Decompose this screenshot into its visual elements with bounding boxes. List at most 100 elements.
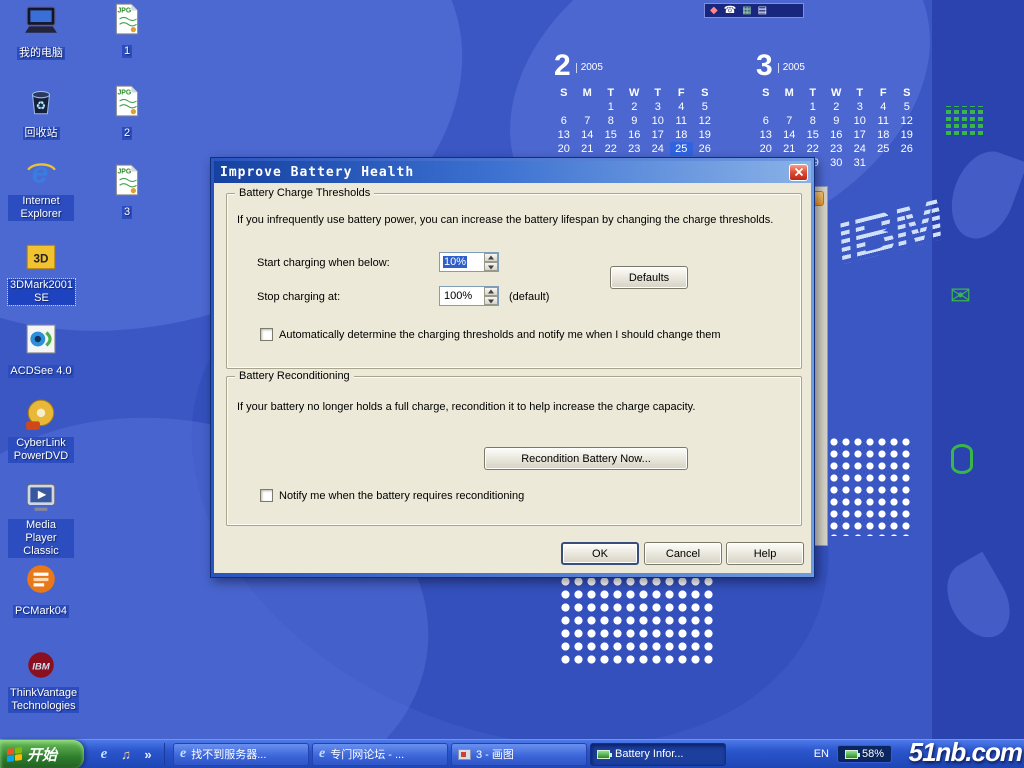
- calendar-day: 24: [848, 142, 872, 156]
- jpg-icon: JPG: [110, 2, 144, 36]
- calendar-day: 26: [895, 142, 919, 156]
- grid-icon[interactable]: ▦: [742, 4, 751, 17]
- quick-launch-ie-icon[interactable]: [96, 745, 112, 763]
- calendar-day: 22: [801, 142, 825, 156]
- calendar-day: 26: [693, 142, 717, 156]
- taskbar-task-button[interactable]: 专门网论坛 - ...: [312, 743, 448, 766]
- reconditioning-description: If your battery no longer holds a full c…: [237, 401, 797, 413]
- task-button-label: 专门网论坛 - ...: [330, 746, 404, 762]
- task-button-label: 找不到服务器...: [191, 746, 266, 762]
- calendar-day-header: T: [801, 86, 825, 100]
- calendar-day: 2: [825, 100, 849, 114]
- desktop-icon-thinkvantage[interactable]: IBMThinkVantage Technologies: [8, 648, 74, 714]
- calendar-day: 5: [693, 100, 717, 114]
- desktop-icon-ie[interactable]: eInternet Explorer: [8, 156, 74, 222]
- calendar-day: 20: [552, 142, 576, 156]
- taskbar-task-button[interactable]: 3 - 画图: [451, 743, 587, 766]
- calendar-day-header: W: [623, 86, 647, 100]
- calendar-day: 9: [623, 114, 647, 128]
- start-threshold-input[interactable]: 10%: [439, 252, 499, 272]
- desktop-icon-jpg[interactable]: JPG2: [94, 84, 160, 141]
- desktop-icon-label: Media Player Classic: [8, 519, 74, 558]
- calendar-day: 6: [754, 114, 778, 128]
- auto-determine-checkbox[interactable]: [260, 328, 273, 341]
- calendar-month-number: 2: [554, 52, 571, 80]
- desktop-mini-toolbar[interactable]: ◆ ☎ ▦ ▤: [704, 3, 804, 18]
- recondition-battery-button[interactable]: Recondition Battery Now...: [484, 447, 688, 470]
- calendar-day: 1: [801, 100, 825, 114]
- battery-percent: 58%: [862, 748, 884, 760]
- spinner-down-button[interactable]: [484, 262, 498, 271]
- desktop-icon-recycle-bin[interactable]: ♻回收站: [8, 84, 74, 141]
- calendar-day: 3: [848, 100, 872, 114]
- jpg-icon: JPG: [110, 163, 144, 197]
- ie-icon: [180, 746, 186, 762]
- help-button[interactable]: Help: [726, 542, 804, 565]
- calendar-day: 11: [872, 114, 896, 128]
- defaults-button[interactable]: Defaults: [610, 266, 688, 289]
- calendar-day-header: S: [693, 86, 717, 100]
- paint-icon: [458, 749, 471, 760]
- ie-icon: e: [24, 156, 58, 190]
- stop-charging-label: Stop charging at:: [257, 291, 340, 303]
- desktop-icon-powerdvd[interactable]: CyberLink PowerDVD: [8, 398, 74, 464]
- calendar-day: 17: [848, 128, 872, 142]
- language-indicator[interactable]: EN: [814, 748, 829, 760]
- desktop-icon-label: 我的电脑: [17, 47, 65, 60]
- calendar-day-header: S: [895, 86, 919, 100]
- desktop-icon-label: PCMark04: [13, 605, 69, 618]
- desktop-icon-jpg[interactable]: JPG3: [94, 163, 160, 220]
- cylinder-icon: [951, 444, 973, 474]
- notify-reconditioning-checkbox[interactable]: [260, 489, 273, 502]
- calendar-day-header: M: [778, 86, 802, 100]
- thinkvantage-icon: IBM: [24, 648, 58, 682]
- quick-launch-bar: [88, 743, 165, 765]
- calendar-day: 10: [848, 114, 872, 128]
- calendar-day: 24: [646, 142, 670, 156]
- calendar-day: [778, 100, 802, 114]
- thresholds-description: If you infrequently use battery power, y…: [237, 214, 797, 226]
- start-label: 开始: [27, 744, 57, 765]
- taskbar-task-button[interactable]: Battery Infor...: [590, 743, 726, 766]
- battery-indicator[interactable]: 58%: [837, 745, 892, 763]
- calendar-day: 25: [872, 142, 896, 156]
- stop-threshold-input[interactable]: 100%: [439, 286, 499, 306]
- spinner-up-button[interactable]: [484, 253, 498, 262]
- desktop-icon-jpg[interactable]: JPG1: [94, 2, 160, 59]
- desktop-icon-pcmark[interactable]: PCMark04: [8, 562, 74, 619]
- svg-text:JPG: JPG: [117, 169, 131, 176]
- taskbar-task-button[interactable]: 找不到服务器...: [173, 743, 309, 766]
- quick-launch-media-icon[interactable]: [118, 745, 134, 763]
- desktop-icon-my-computer[interactable]: 我的电脑: [8, 4, 74, 61]
- quick-launch-chevron-icon[interactable]: [140, 745, 156, 763]
- list-icon[interactable]: ▤: [758, 4, 767, 17]
- start-button[interactable]: 开始: [0, 740, 84, 768]
- desktop-icon-label: 3DMark2001 SE: [8, 279, 75, 305]
- desktop-icon-3dmark[interactable]: 3D3DMark2001 SE: [8, 240, 74, 306]
- default-note: (default): [509, 291, 549, 303]
- dialog-title: Improve Battery Health: [220, 165, 414, 180]
- spinner-down-button[interactable]: [484, 296, 498, 305]
- start-threshold-value: 10%: [443, 256, 467, 268]
- calendar-day: 3: [646, 100, 670, 114]
- spinner-up-button[interactable]: [484, 287, 498, 296]
- desktop-icon-mpc[interactable]: Media Player Classic: [8, 480, 74, 559]
- calendar-day: 13: [754, 128, 778, 142]
- dialog-titlebar[interactable]: Improve Battery Health: [214, 161, 811, 183]
- calendar-day-header: T: [848, 86, 872, 100]
- desktop-icon-acdsee[interactable]: ACDSee 4.0: [8, 322, 74, 379]
- desktop-icon-label: 回收站: [23, 127, 60, 140]
- diamond-icon[interactable]: ◆: [710, 4, 718, 17]
- phone-icon[interactable]: ☎: [724, 4, 736, 17]
- calendar-day: 2: [623, 100, 647, 114]
- close-button[interactable]: [789, 164, 808, 181]
- envelope-icon: [950, 284, 971, 309]
- watermark: 51nb.com: [909, 737, 1022, 768]
- ok-button[interactable]: OK: [561, 542, 639, 565]
- dialog-body: Battery Charge Thresholds If you infrequ…: [214, 183, 811, 573]
- svg-text:IBM: IBM: [32, 661, 51, 672]
- cancel-button[interactable]: Cancel: [644, 542, 722, 565]
- calendar-day: 14: [576, 128, 600, 142]
- calendar-day: [872, 156, 896, 170]
- spinner-buttons: [484, 287, 498, 305]
